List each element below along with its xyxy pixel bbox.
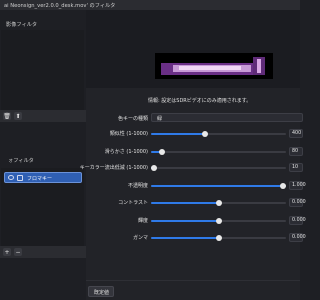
slider-track[interactable] xyxy=(151,149,286,155)
value-spinbox[interactable]: 0.000 xyxy=(289,233,306,242)
value-spinbox[interactable]: 10 xyxy=(289,163,303,172)
value-spinbox[interactable]: 80 xyxy=(289,147,303,156)
slider-track[interactable] xyxy=(151,131,286,137)
slider-handle[interactable] xyxy=(215,235,222,241)
slider-track[interactable] xyxy=(151,235,286,241)
slider-label: 輝度 xyxy=(137,218,148,224)
slider-track[interactable] xyxy=(151,183,286,189)
slider-track[interactable] xyxy=(151,165,286,171)
defaults-button-label: 既定値 xyxy=(94,290,110,296)
audio-filters-label: ォフィルタ xyxy=(8,158,34,164)
value-spinbox[interactable]: 400 xyxy=(289,129,303,138)
slider-handle[interactable] xyxy=(215,218,222,224)
audio-filter-toolbar: + − xyxy=(0,246,86,258)
value-text: 80 xyxy=(292,149,299,154)
value-spinbox[interactable]: 1.000 xyxy=(289,181,306,190)
effect-filter-list[interactable] xyxy=(1,30,84,110)
remove-icon[interactable]: − xyxy=(14,248,22,256)
value-text: 400 xyxy=(292,131,302,136)
window-title: ai Neonsign_ver2.0.0_desk.mov' のフィルタ xyxy=(4,3,116,9)
slider-fill xyxy=(151,133,205,135)
filter-item-label: フロマキー xyxy=(27,176,53,182)
slider-label: 滑らかさ (1-1000) xyxy=(104,149,148,155)
value-text: 10 xyxy=(292,165,299,170)
eye-icon[interactable] xyxy=(8,175,14,180)
value-spinbox[interactable]: 0.000 xyxy=(289,216,306,225)
slider-fill xyxy=(151,202,219,204)
effect-filters-label: 影像フィルタ xyxy=(6,22,38,28)
slider-fill xyxy=(151,185,286,187)
add-icon[interactable]: + xyxy=(3,248,11,256)
value-text: 1.000 xyxy=(292,183,306,188)
slider-handle[interactable] xyxy=(215,200,222,206)
defaults-button[interactable]: 既定値 xyxy=(88,286,114,297)
key-color-type-value: 緑 xyxy=(157,116,163,122)
slider-label: キーカラー流出低減 (1-1000) xyxy=(79,165,148,171)
value-text: 0.000 xyxy=(292,235,306,240)
checkbox-icon[interactable] xyxy=(17,175,23,181)
slider-handle[interactable] xyxy=(280,183,286,189)
preview-image xyxy=(155,53,273,79)
slider-fill xyxy=(151,220,219,222)
slider-label: ガンマ xyxy=(132,235,148,241)
value-text: 0.000 xyxy=(292,200,306,205)
trash-icon[interactable]: 🗑 xyxy=(3,112,11,120)
slider-fill xyxy=(151,237,219,239)
slider-handle[interactable] xyxy=(158,149,165,155)
value-spinbox[interactable]: 0.000 xyxy=(289,198,306,207)
divider xyxy=(86,280,300,281)
slider-label: コントラスト xyxy=(118,200,148,206)
slider-track[interactable] xyxy=(151,200,286,206)
slider-label: 不透明度 xyxy=(127,183,148,189)
title-bar: ai Neonsign_ver2.0.0_desk.mov' のフィルタ xyxy=(0,0,300,10)
value-text: 0.000 xyxy=(292,218,306,223)
slider-track[interactable] xyxy=(151,218,286,224)
key-color-type-select[interactable]: 緑 xyxy=(151,113,303,122)
slider-handle[interactable] xyxy=(151,165,157,171)
key-color-type-label: 色キーの種類 xyxy=(117,116,148,122)
info-text: 情報: 設定はSDRビデオにのみ適用されます。 xyxy=(148,98,252,104)
up-arrow-icon[interactable]: ⬆ xyxy=(14,112,22,120)
slider-label: 類似性 (1-1000) xyxy=(109,131,148,137)
slider-handle[interactable] xyxy=(202,131,208,137)
